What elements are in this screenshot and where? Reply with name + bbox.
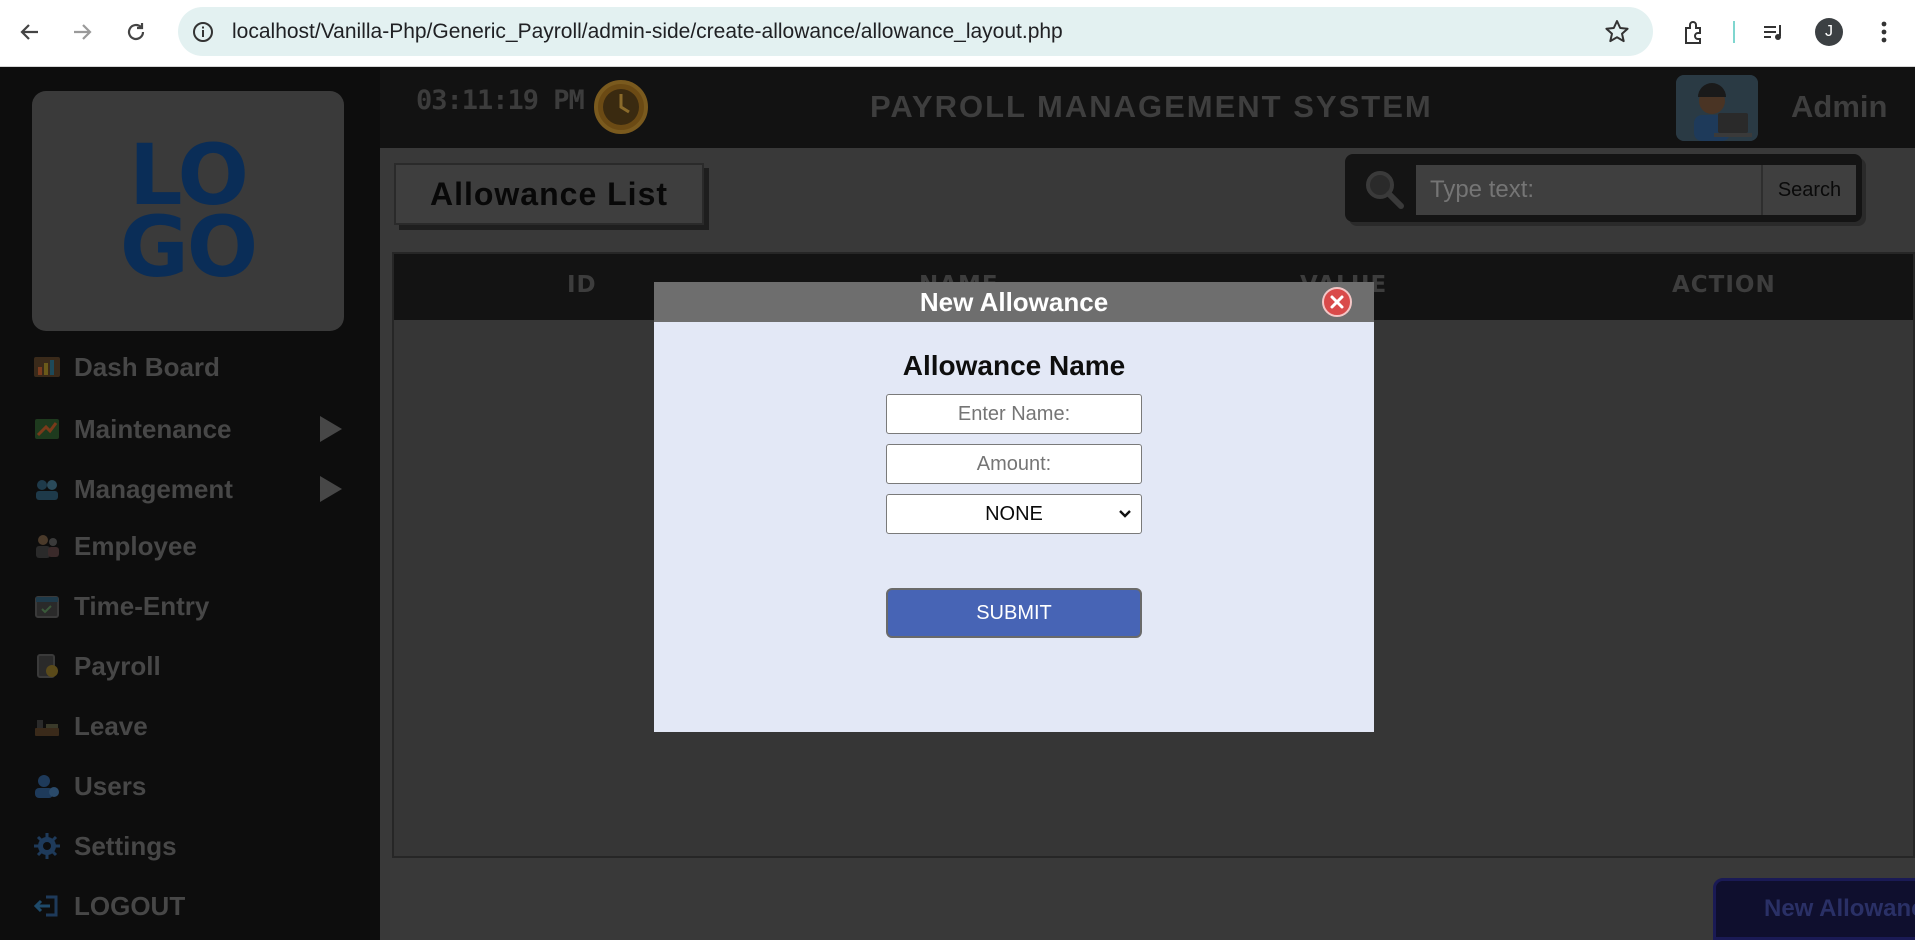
submit-button[interactable]: SUBMIT [886,588,1142,638]
app-header: 03:11:19 PM PAYROLL MANAGEMENT SYSTEM Ad… [380,67,1915,148]
url-text[interactable]: localhost/Vanilla-Php/Generic_Payroll/ad… [232,20,1063,44]
sidebar-item-label: Employee [74,530,197,561]
calendar-icon [30,591,64,621]
sidebar-item-leave[interactable]: Leave [30,704,350,748]
address-bar[interactable]: localhost/Vanilla-Php/Generic_Payroll/ad… [178,7,1653,56]
amount-input[interactable] [886,444,1142,484]
sidebar-item-label: Management [74,473,233,504]
bookmark-star-icon[interactable] [1603,18,1631,46]
site-info-icon[interactable] [190,19,216,45]
sidebar-item-maintenance[interactable]: Maintenance [30,407,350,451]
sidebar-item-logout[interactable]: LOGOUT [30,884,350,928]
column-header-action[interactable]: ACTION [1672,272,1776,298]
sidebar-item-users[interactable]: Users [30,764,350,808]
admin-avatar[interactable] [1676,75,1758,141]
media-control-icon[interactable] [1756,14,1792,50]
extensions-icon[interactable] [1676,14,1712,50]
modal-header: New Allowance [654,282,1374,322]
search-icon [1363,168,1405,210]
search-bar: Search [1345,154,1862,222]
toolbar-divider [1730,14,1738,50]
modal-subtitle: Allowance Name [902,350,1126,381]
logout-icon [30,891,64,921]
sidebar-item-label: Settings [74,830,177,861]
search-button[interactable]: Search [1761,165,1856,215]
sidebar-item-label: Time-Entry [74,590,210,621]
sidebar-item-payroll[interactable]: Payroll [30,644,350,688]
search-input[interactable] [1416,165,1761,215]
employee-icon [30,531,64,561]
profile-avatar[interactable]: J [1811,14,1847,50]
select-value: NONE [985,502,1043,525]
new-allowance-modal: New Allowance Allowance Name NONE SUBMIT [654,282,1374,732]
sidebar-item-label: Dash Board [74,351,220,382]
allowance-name-input[interactable] [886,394,1142,434]
submenu-arrow-icon[interactable] [320,476,342,502]
page-title: Allowance List [429,175,669,212]
reload-icon[interactable] [118,14,154,50]
logo: LO GO [32,91,344,331]
system-title: PAYROLL MANAGEMENT SYSTEM [870,89,1433,124]
new-allowance-label: New Allowance [1764,895,1915,922]
allowance-type-select[interactable]: NONE [886,494,1142,534]
sidebar-item-time-entry[interactable]: Time-Entry [30,584,350,628]
submenu-arrow-icon[interactable] [320,416,342,442]
modal-title: New Allowance [919,286,1109,317]
clock-time: 03:11:19 PM [416,85,585,116]
maintenance-icon [30,414,64,444]
sidebar-item-settings[interactable]: Settings [30,824,350,868]
new-allowance-button[interactable]: New Allowance [1713,878,1915,940]
logo-line-2: GO [119,198,258,296]
leave-icon [30,711,64,741]
sidebar-item-label: Payroll [74,650,161,681]
more-menu-icon[interactable] [1866,14,1902,50]
sidebar-item-label: Maintenance [74,413,232,444]
sidebar-item-employee[interactable]: Employee [30,524,350,568]
sidebar: LO GO Dash Board Maintenance Management … [0,67,380,940]
chevron-down-icon [1117,506,1133,522]
sidebar-item-management[interactable]: Management [30,467,350,511]
forward-icon[interactable] [64,14,100,50]
close-icon[interactable] [1322,287,1352,317]
gear-icon [30,831,64,861]
management-icon [30,474,64,504]
users-icon [30,771,64,801]
profile-initial[interactable]: J [1815,18,1843,46]
sidebar-item-dashboard[interactable]: Dash Board [30,345,350,389]
dashboard-icon [30,352,64,382]
sidebar-item-label: LOGOUT [74,890,186,921]
clock-icon [594,80,648,134]
admin-name[interactable]: Admin [1791,89,1887,125]
page-title-box: Allowance List [394,163,704,225]
sidebar-item-label: Leave [74,710,148,741]
payroll-icon [30,651,64,681]
browser-toolbar: localhost/Vanilla-Php/Generic_Payroll/ad… [0,0,1915,67]
sidebar-item-label: Users [74,770,147,801]
column-header-id[interactable]: ID [567,272,597,298]
back-icon[interactable] [12,14,48,50]
